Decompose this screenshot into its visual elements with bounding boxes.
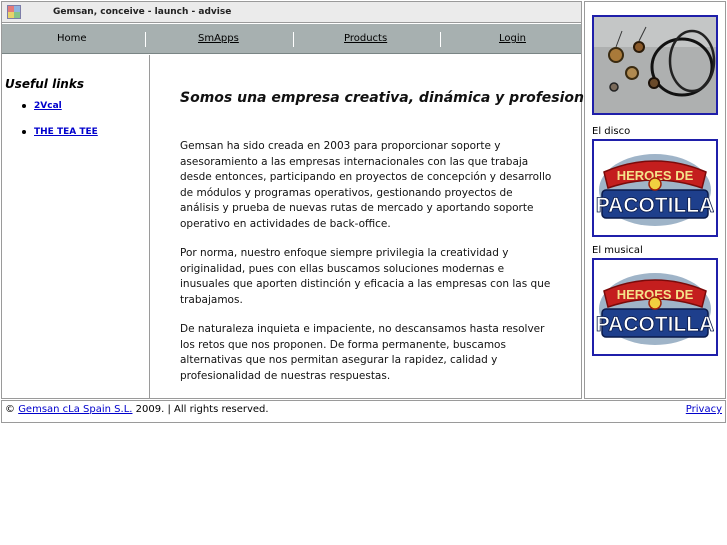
site-title: Gemsan, conceive - launch - advise [53, 7, 232, 17]
company-link[interactable]: Gemsan cLa Spain S.L. [18, 404, 132, 415]
sidebar-link-tea-tee[interactable]: THE TEA TEE [22, 127, 98, 137]
jewelry-photo-graphic [594, 17, 716, 113]
disco-banner[interactable]: HEROES DE PACOTILLA [592, 139, 718, 237]
caption-disco: El disco [592, 126, 631, 137]
nav-separator [145, 32, 146, 47]
nav-products[interactable]: Products [344, 33, 387, 44]
footer: © Gemsan cLa Spain S.L. 2009. | All righ… [1, 400, 726, 423]
sidebar-title: Useful links [5, 77, 84, 91]
nav-login[interactable]: Login [499, 33, 526, 44]
copyright-symbol: © [5, 404, 15, 415]
logo-icon [7, 5, 21, 19]
right-frame: El disco HEROES DE PACOTILLA El musical … [584, 1, 726, 399]
caption-musical: El musical [592, 245, 643, 256]
useful-links-list: 2Vcal THE TEA TEE [22, 101, 98, 153]
heroes-pacotilla-logo: HEROES DE PACOTILLA [596, 154, 714, 226]
sidebar-link-2vcal[interactable]: 2Vcal [22, 101, 98, 111]
nav-separator [440, 32, 441, 47]
banner-text-bottom: PACOTILLA [596, 313, 714, 336]
copyright: © Gemsan cLa Spain S.L. 2009. | All righ… [5, 404, 269, 415]
banner-text-bottom: PACOTILLA [596, 194, 714, 217]
left-frame: Gemsan, conceive - launch - advise Home … [1, 1, 598, 399]
copyright-text: 2009. | All rights reserved. [135, 404, 269, 415]
nav-home[interactable]: Home [57, 33, 87, 44]
sidebar: Useful links 2Vcal THE TEA TEE [2, 55, 150, 398]
paragraph-approach: Por norma, nuestro enfoque siempre privi… [180, 247, 551, 306]
paragraph-nature: De naturaleza inquieta e impaciente, no … [180, 323, 545, 382]
nav-smapps[interactable]: SmApps [198, 33, 239, 44]
jewelry-photo[interactable] [592, 15, 718, 115]
heroes-pacotilla-logo: HEROES DE PACOTILLA [596, 273, 714, 345]
paragraph-intro: Gemsan ha sido creada en 2003 para propo… [180, 140, 552, 230]
nav-separator [293, 32, 294, 47]
main-content: Somos una empresa creativa, dinámica y p… [152, 55, 598, 398]
page-heading: Somos una empresa creativa, dinámica y p… [180, 90, 599, 106]
nav-bar: Home SmApps Products Login [2, 24, 581, 54]
privacy-link[interactable]: Privacy [686, 404, 722, 415]
musical-banner[interactable]: HEROES DE PACOTILLA [592, 258, 718, 356]
title-bar: Gemsan, conceive - launch - advise [2, 2, 581, 23]
